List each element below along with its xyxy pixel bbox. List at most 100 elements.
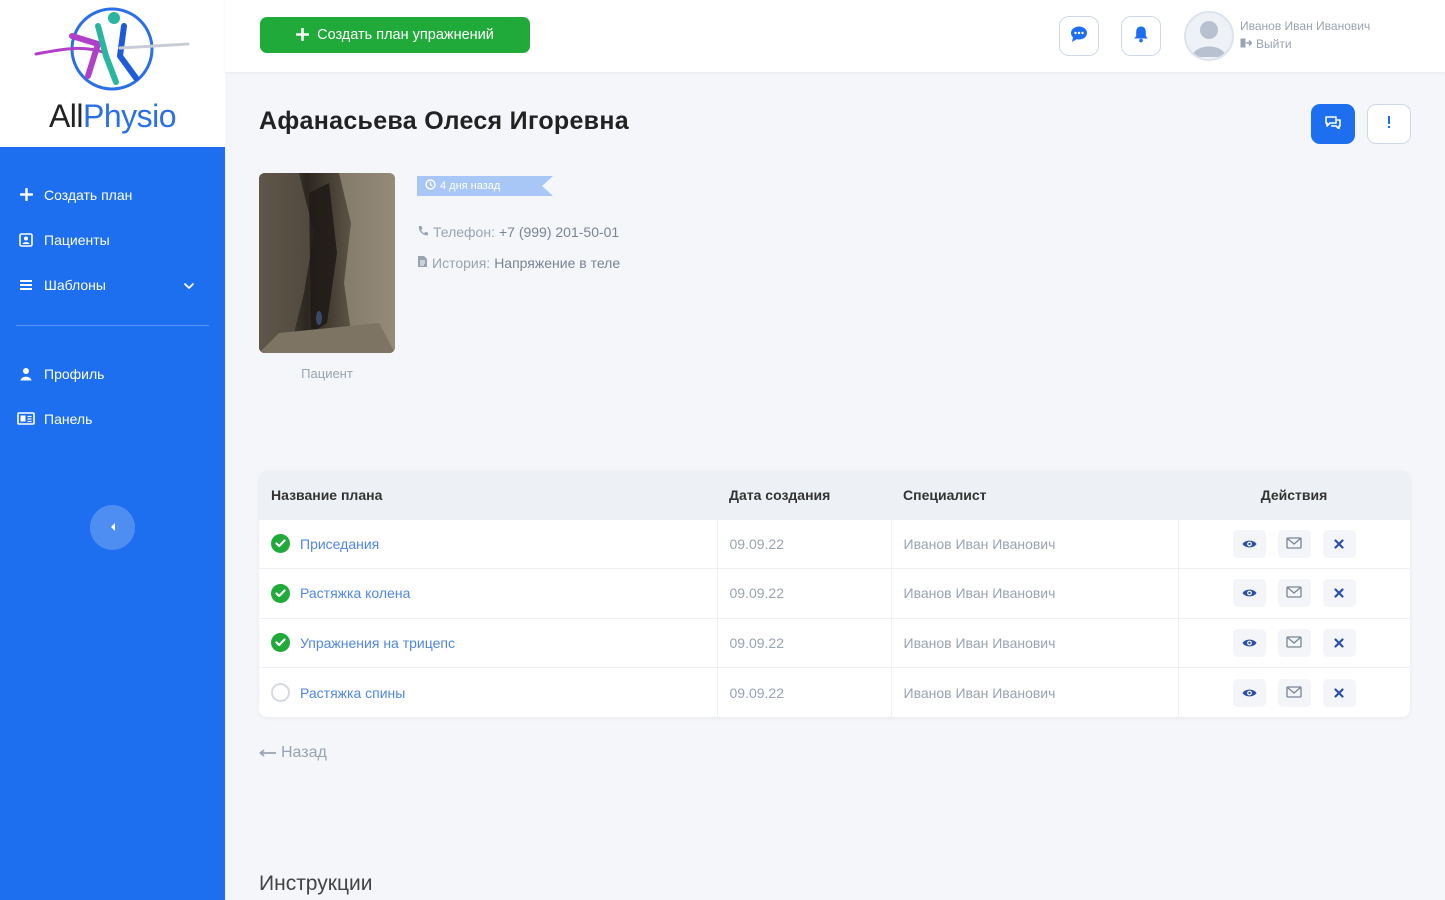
create-exercise-plan-button[interactable]: Создать план упражнений [260,17,530,53]
empty-circle-icon [271,683,290,702]
send-plan-button[interactable] [1277,678,1311,707]
delete-plan-button[interactable] [1322,579,1356,608]
dashboard-icon [16,411,36,427]
avatar[interactable] [1184,11,1234,61]
logout-label: Выйти [1256,37,1292,51]
last-activity-badge: 4 дня назад [417,176,553,196]
view-plan-button[interactable] [1232,529,1266,558]
plan-name-cell: Приседания [259,518,717,569]
date-cell: 09.09.22 [716,518,891,569]
eye-icon [1242,536,1257,552]
sidebar-item-label: Создать план [44,186,133,203]
arrow-left-icon [259,744,277,762]
plan-name-cell: Растяжка колена [259,568,717,618]
envelope-icon [1286,685,1302,701]
patient-history: История: Напряжение в теле [417,255,620,271]
logo-area: AllPhysio [0,0,225,147]
close-icon [1334,536,1344,552]
info-button[interactable] [1367,104,1411,144]
table-row: Упражнения на трицепс 09.09.22 Иванов Иван… [259,617,1410,668]
phone-label: Телефон: [433,224,495,240]
actions-cell [1177,518,1410,569]
cave-photo-image [259,173,395,353]
sidebar-item-label: Шаблоны [44,276,106,293]
logout-icon [1240,37,1253,51]
check-circle-icon [271,534,290,554]
envelope-icon [1286,635,1302,651]
sidebar-item-label: Панель [44,410,93,427]
view-plan-button[interactable] [1232,628,1266,657]
column-header-plan[interactable]: Название плана [259,471,717,519]
patients-icon [16,232,36,248]
sidebar-item-create-plan[interactable]: Создать план [0,172,225,217]
table-header-row: Название плана Дата создания Специалист … [259,471,1410,519]
chevron-left-icon [109,519,117,537]
phone-icon [417,224,429,240]
plan-link[interactable]: Упражнения на трицепс [300,635,455,651]
send-plan-button[interactable] [1277,628,1311,657]
plan-name-cell: Растяжка спины [259,667,717,717]
topbar: Создать план упражнений Иванов Иван Иван… [225,0,1445,72]
clock-icon [425,179,436,193]
check-circle-icon [271,633,290,653]
close-icon [1334,635,1344,651]
logo-icon [34,7,190,91]
notifications-button[interactable] [1121,16,1161,56]
last-activity-text: 4 дня назад [440,180,501,192]
check-circle-icon [271,583,290,603]
column-header-date[interactable]: Дата создания [717,471,891,519]
delete-plan-button[interactable] [1322,529,1356,558]
close-icon [1334,685,1344,701]
list-icon [16,277,36,293]
sidebar-item-profile[interactable]: Профиль [0,351,225,396]
brand-part2: Physio [83,98,177,134]
column-header-actions: Действия [1178,471,1410,519]
logout-link[interactable]: Выйти [1240,37,1292,51]
specialist-cell: Иванов Иван Иванович [890,617,1178,668]
table-row: Растяжка спины 09.09.22 Иванов Иван Иванов… [259,667,1410,717]
photo-caption: Пациент [301,366,353,381]
send-plan-button[interactable] [1277,579,1311,608]
sidebar: AllPhysio Создать план Пациенты Шаблоны [0,0,225,900]
column-header-specialist[interactable]: Специалист [891,471,1178,519]
date-cell: 09.09.22 [716,667,891,717]
actions-cell [1177,667,1410,717]
envelope-icon [1286,585,1302,601]
eye-icon [1242,685,1257,701]
delete-plan-button[interactable] [1322,628,1356,657]
specialist-cell: Иванов Иван Иванович [890,667,1178,717]
plan-name-cell: Упражнения на трицепс [259,617,717,668]
chevron-down-icon [183,277,195,293]
user-avatar-icon [1192,21,1226,57]
user-name: Иванов Иван Иванович [1240,19,1371,33]
sidebar-item-patients[interactable]: Пациенты [0,217,225,262]
plans-table: Название плана Дата создания Специалист … [259,471,1410,717]
plan-link[interactable]: Растяжка спины [300,685,405,701]
patient-phone: Телефон: +7 (999) 201-50-01 [417,224,619,240]
view-plan-button[interactable] [1232,678,1266,707]
back-link[interactable]: Назад [259,744,327,762]
messages-button[interactable] [1059,16,1099,56]
phone-value: +7 (999) 201-50-01 [498,224,620,240]
sidebar-nav: Создать план Пациенты Шаблоны Профиль Па… [0,172,225,441]
date-cell: 09.09.22 [716,617,891,668]
plan-link[interactable]: Растяжка колена [300,585,410,601]
chat-icon [1069,24,1089,49]
plus-icon [16,187,36,203]
sidebar-item-dashboard[interactable]: Панель [0,396,225,441]
user-icon [16,366,36,382]
plan-link[interactable]: Приседания [300,536,379,552]
delete-plan-button[interactable] [1322,678,1356,707]
send-plan-button[interactable] [1277,529,1311,558]
sidebar-divider [16,325,209,326]
page-title: Афанасьева Олеся Игоревна [259,107,629,135]
create-exercise-plan-label: Создать план упражнений [317,27,494,43]
sidebar-item-label: Профиль [44,365,105,382]
view-plan-button[interactable] [1232,579,1266,608]
specialist-cell: Иванов Иван Иванович [890,518,1178,569]
table-row: Приседания 09.09.22 Иванов Иван Иванович [259,518,1410,569]
chat-with-patient-button[interactable] [1311,104,1355,144]
sidebar-collapse-button[interactable] [90,505,135,550]
eye-icon [1242,635,1257,651]
sidebar-item-templates[interactable]: Шаблоны [0,262,225,307]
